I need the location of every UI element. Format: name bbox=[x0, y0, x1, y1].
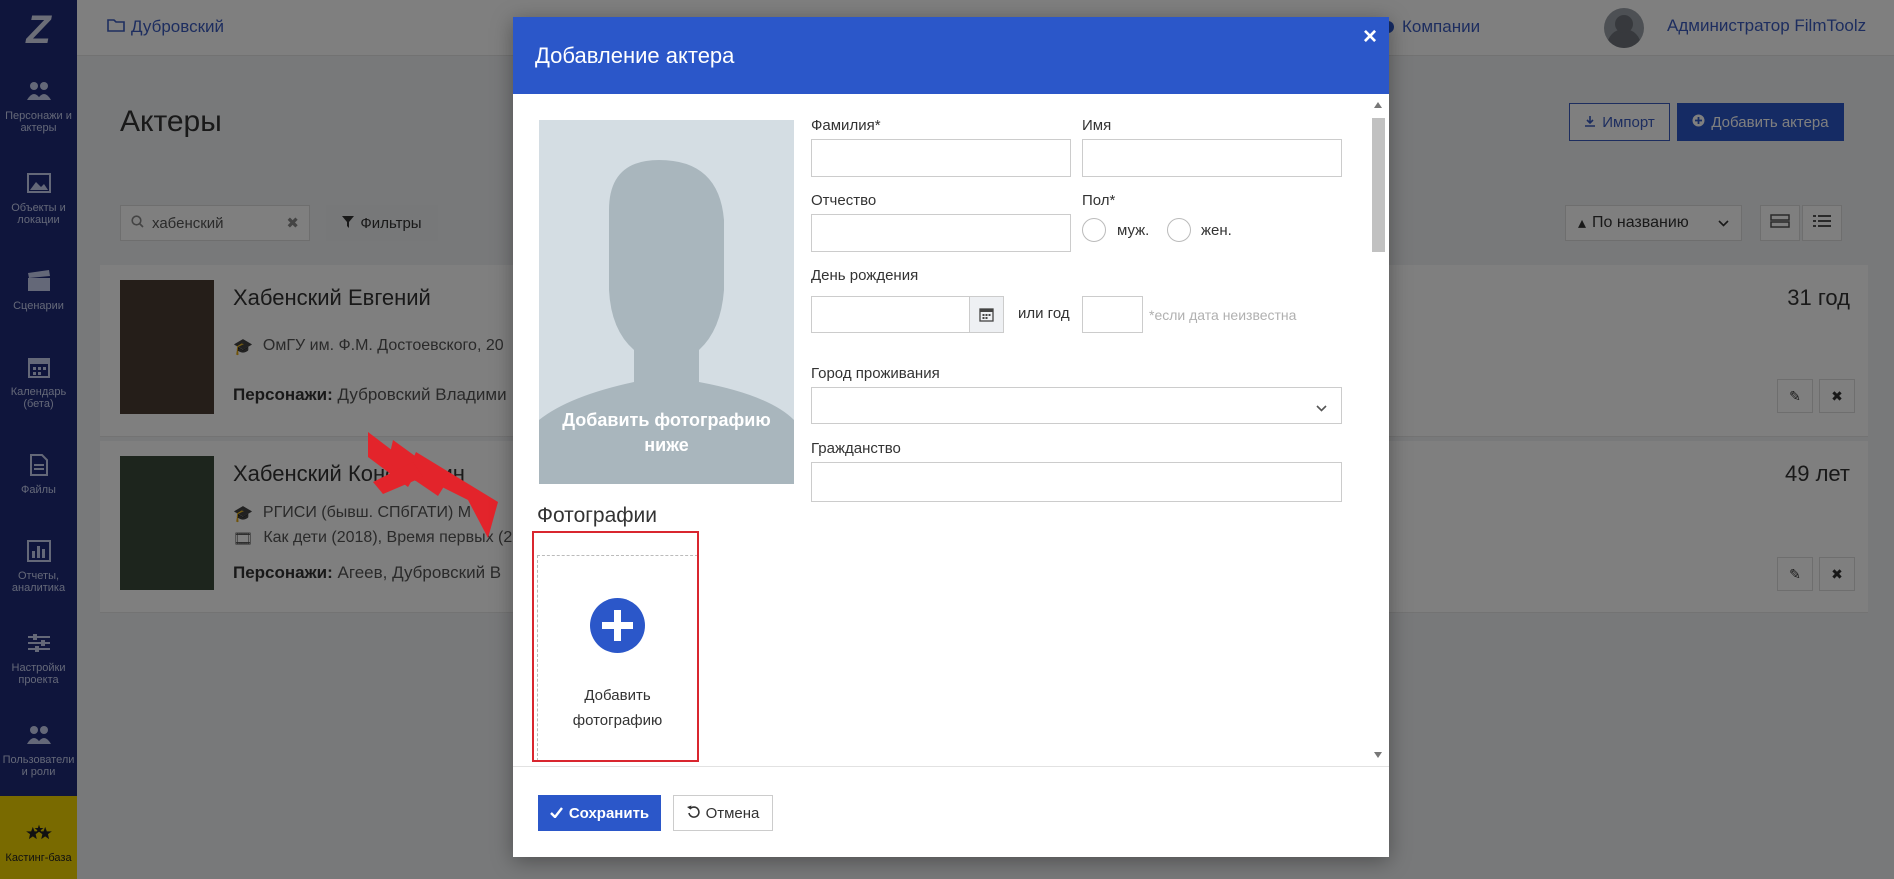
first-name-field[interactable] bbox=[1082, 139, 1342, 177]
middle-name-field[interactable] bbox=[811, 214, 1071, 252]
or-year-label: или год bbox=[1018, 305, 1070, 322]
cancel-button[interactable]: Отмена bbox=[673, 795, 773, 831]
check-icon bbox=[549, 805, 563, 822]
gender-male-label[interactable]: муж. bbox=[1117, 222, 1149, 239]
highlight-frame bbox=[532, 531, 699, 762]
photo-placeholder: Добавить фотографию ниже bbox=[539, 120, 794, 484]
chevron-down-icon bbox=[1316, 399, 1327, 417]
city-label: Город проживания bbox=[811, 365, 940, 382]
modal-footer: Сохранить Отмена bbox=[513, 766, 1389, 857]
year-hint: *если дата неизвестна bbox=[1149, 307, 1297, 323]
save-label: Сохранить bbox=[568, 804, 650, 822]
add-actor-modal: Добавление актера × Добавить фотографию … bbox=[513, 17, 1389, 857]
undo-icon bbox=[686, 805, 700, 822]
citizenship-label: Гражданство bbox=[811, 440, 901, 457]
scrollbar-thumb[interactable] bbox=[1372, 118, 1385, 252]
gender-male-radio[interactable] bbox=[1082, 218, 1106, 242]
last-name-field[interactable] bbox=[811, 139, 1071, 177]
city-select[interactable] bbox=[811, 387, 1342, 424]
birthday-field[interactable] bbox=[811, 296, 1004, 333]
gender-female-label[interactable]: жен. bbox=[1201, 222, 1232, 239]
photos-section-title: Фотографии bbox=[537, 504, 658, 527]
gender-label: Пол* bbox=[1082, 192, 1116, 209]
modal-title: Добавление актера bbox=[535, 42, 735, 68]
arrow-pointer-icon bbox=[368, 432, 528, 547]
photo-caption: Добавить фотографию ниже bbox=[562, 410, 771, 455]
modal-body: Добавить фотографию ниже Фамилия* Имя От… bbox=[513, 94, 1389, 766]
cancel-label: Отмена bbox=[705, 804, 760, 822]
modal-scrollbar[interactable] bbox=[1371, 98, 1385, 760]
first-name-label: Имя bbox=[1082, 117, 1112, 134]
gender-female-radio[interactable] bbox=[1167, 218, 1191, 242]
last-name-label: Фамилия* bbox=[811, 117, 881, 134]
scroll-up-icon[interactable] bbox=[1374, 102, 1382, 108]
close-icon[interactable]: × bbox=[1363, 25, 1377, 49]
calendar-icon[interactable] bbox=[969, 297, 1003, 332]
citizenship-field[interactable] bbox=[811, 462, 1342, 502]
scroll-down-icon[interactable] bbox=[1374, 752, 1382, 758]
middle-name-label: Отчество bbox=[811, 192, 877, 209]
save-button[interactable]: Сохранить bbox=[538, 795, 661, 831]
modal-header: Добавление актера × bbox=[513, 17, 1389, 94]
birth-year-field[interactable] bbox=[1082, 296, 1143, 333]
birthday-label: День рождения bbox=[811, 267, 919, 284]
